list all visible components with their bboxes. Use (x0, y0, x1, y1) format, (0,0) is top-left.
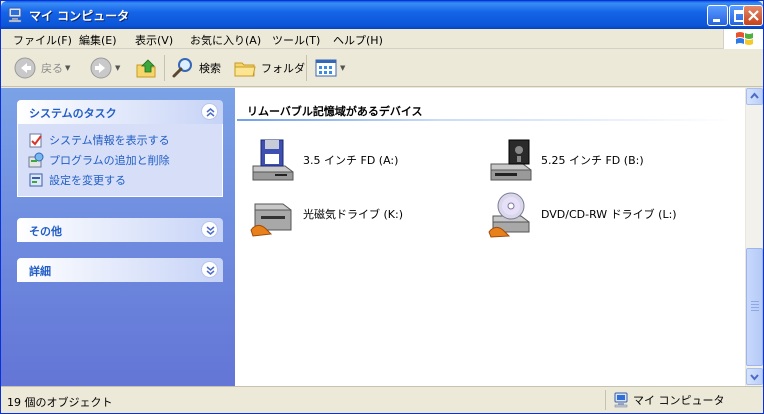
drive-label: 5.25 インチ FD (B:) (541, 154, 644, 167)
chevron-down-icon (206, 226, 215, 235)
thumb-grip (751, 310, 759, 311)
windows-flag-icon (736, 32, 753, 45)
menu-favorites[interactable]: お気に入り(A) (190, 32, 261, 48)
title-bar[interactable]: マイ コンピュータ (1, 1, 763, 29)
vertical-scrollbar[interactable] (745, 88, 763, 386)
explorer-window: マイ コンピュータ ファイル(F) 編集(E) 表示(V) お気に入り(A) ツ… (0, 0, 764, 414)
drive-label: 3.5 インチ FD (A:) (303, 154, 399, 167)
status-location-label: マイ コンピュータ (633, 394, 725, 407)
system-tasks-panel: システムのタスク システム情報を表示する プログラムの追加と削除 設定を変更する (17, 100, 223, 197)
views-dropdown-icon[interactable]: ▼ (340, 64, 345, 72)
up-button[interactable] (135, 54, 159, 82)
expand-button[interactable] (201, 261, 218, 278)
add-remove-programs-icon (28, 152, 44, 168)
menu-help[interactable]: ヘルプ(H) (333, 32, 383, 48)
thumb-grip (751, 304, 759, 305)
views-icon (315, 59, 337, 77)
system-info-icon (29, 133, 42, 148)
menu-bar: ファイル(F) 編集(E) 表示(V) お気に入り(A) ツール(T) ヘルプ(… (1, 29, 763, 49)
status-separator (605, 390, 606, 410)
collapse-button[interactable] (201, 103, 218, 120)
back-button[interactable]: 戻る ▼ (13, 54, 70, 82)
task-change-settings[interactable]: 設定を変更する (18, 170, 222, 190)
forward-dropdown-icon[interactable]: ▼ (115, 64, 120, 72)
task-add-remove-programs[interactable]: プログラムの追加と削除 (18, 150, 222, 170)
arrow-up-icon (750, 92, 759, 99)
menu-tools[interactable]: ツール(T) (272, 32, 320, 48)
other-places-title: その他 (29, 225, 62, 238)
forward-button[interactable]: ▼ (89, 54, 120, 82)
object-count: 19 個のオブジェクト (7, 396, 113, 409)
group-title: リムーバブル記憶域があるデバイス (247, 105, 423, 118)
status-location: マイ コンピュータ (613, 392, 725, 408)
floppy-525-icon (490, 139, 532, 181)
chevron-down-icon (206, 266, 215, 275)
system-tasks-header[interactable]: システムのタスク (17, 100, 223, 124)
drive-item[interactable]: DVD/CD-RW ドライブ (L:) (487, 190, 677, 238)
up-folder-icon (136, 59, 156, 78)
menu-file[interactable]: ファイル(F) (13, 32, 72, 48)
close-button[interactable] (743, 5, 763, 26)
minimize-icon (713, 19, 720, 22)
dvd-drive-icon (488, 192, 530, 238)
views-button[interactable]: ▼ (314, 54, 345, 82)
folder-icon (234, 62, 256, 77)
scroll-thumb[interactable] (746, 248, 763, 366)
other-places-header[interactable]: その他 (17, 218, 223, 242)
status-bar: 19 個のオブジェクト マイ コンピュータ (1, 386, 763, 413)
details-header[interactable]: 詳細 (17, 258, 223, 282)
system-tasks-body: システム情報を表示する プログラムの追加と削除 設定を変更する (17, 124, 223, 197)
arrow-down-icon (750, 374, 759, 381)
scroll-up-button[interactable] (746, 88, 763, 105)
toolbar: 戻る ▼ ▼ 検索 フォルダ ▼ (1, 49, 763, 87)
task-view-system-info[interactable]: システム情報を表示する (18, 130, 222, 150)
drive-item[interactable]: 3.5 インチ FD (A:) (249, 136, 398, 184)
expand-button[interactable] (201, 221, 218, 238)
drive-item[interactable]: 5.25 インチ FD (B:) (487, 136, 644, 184)
chevron-up-icon (206, 108, 215, 117)
minimize-button[interactable] (707, 5, 728, 26)
thumb-grip (751, 307, 759, 308)
task-label: 設定を変更する (49, 174, 126, 187)
windows-logo (723, 29, 763, 49)
task-label: システム情報を表示する (49, 134, 170, 147)
drive-item[interactable]: 光磁気ドライブ (K:) (249, 190, 403, 238)
drive-label: DVD/CD-RW ドライブ (L:) (541, 208, 677, 221)
back-label: 戻る (41, 62, 63, 75)
forward-arrow-icon (90, 57, 112, 79)
close-icon (748, 10, 759, 21)
folders-button[interactable]: フォルダ (233, 54, 305, 82)
group-divider (237, 119, 737, 121)
mo-drive-icon (250, 203, 292, 237)
window-title: マイ コンピュータ (29, 9, 130, 23)
scroll-down-button[interactable] (746, 368, 763, 385)
other-places-panel: その他 (17, 218, 223, 242)
menu-view[interactable]: 表示(V) (135, 32, 173, 48)
search-button[interactable]: 検索 (171, 54, 221, 82)
search-label: 検索 (199, 62, 221, 75)
task-pane: システムのタスク システム情報を表示する プログラムの追加と削除 設定を変更する… (1, 88, 235, 386)
menu-edit[interactable]: 編集(E) (79, 32, 117, 48)
back-arrow-icon (14, 57, 36, 79)
toolbar-separator (164, 55, 165, 81)
drive-label: 光磁気ドライブ (K:) (303, 208, 403, 221)
search-icon (172, 58, 192, 78)
task-label: プログラムの追加と削除 (49, 154, 170, 167)
back-dropdown-icon[interactable]: ▼ (65, 64, 70, 72)
toolbar-separator (306, 55, 307, 81)
my-computer-icon (614, 392, 628, 408)
floppy-35-icon (252, 139, 294, 181)
folders-label: フォルダ (261, 62, 305, 75)
system-tasks-title: システムのタスク (29, 107, 117, 120)
details-panel: 詳細 (17, 258, 223, 282)
control-panel-icon (29, 173, 43, 187)
thumb-grip (751, 301, 759, 302)
my-computer-icon (8, 7, 22, 23)
details-title: 詳細 (29, 265, 51, 278)
content-pane: リムーバブル記憶域があるデバイス 3.5 インチ FD (A:) 5.25 イン… (235, 88, 745, 386)
